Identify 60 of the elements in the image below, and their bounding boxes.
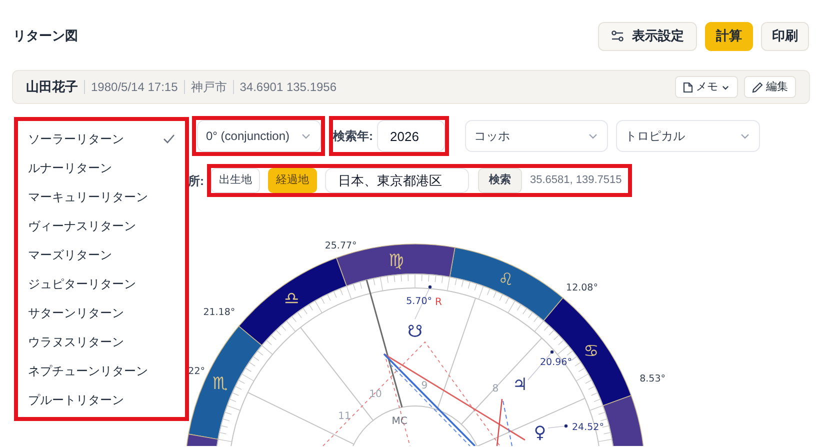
location-option[interactable]: 経過地	[268, 168, 317, 193]
cusp-degree-label: 8.53°	[640, 374, 666, 385]
location-input[interactable]: 日本、東京都港区	[325, 168, 469, 193]
dropdown-option[interactable]: サターンリターン	[18, 298, 185, 327]
leader-line	[548, 426, 566, 428]
midheaven-label: MC	[392, 416, 408, 428]
dropdown-option[interactable]: マーズリターン	[18, 240, 185, 269]
search-button[interactable]: 検索	[478, 168, 522, 193]
planet-degree-label: 5.70°	[406, 296, 432, 307]
zodiac-glyph: ♎	[284, 288, 300, 309]
zodiac-glyph: ♍	[388, 250, 404, 271]
zodiac-glyph: ♌	[498, 270, 514, 290]
house-system-select[interactable]: コッホ	[465, 120, 608, 152]
location-option[interactable]: 出生地	[211, 168, 260, 193]
year-input[interactable]: 2026	[377, 120, 445, 152]
planet-glyph: ☋	[407, 322, 423, 342]
edit-button[interactable]: 編集	[744, 76, 796, 98]
house-number: 8	[492, 384, 499, 395]
document-icon	[683, 82, 693, 92]
dropdown-option[interactable]: ネプチューンリターン	[18, 356, 185, 385]
check-icon	[163, 134, 175, 144]
planet-degree-label: 20.96°	[540, 357, 572, 368]
pencil-icon	[752, 82, 763, 92]
cusp-degree-label: 22°	[188, 366, 205, 377]
profile-detail: 神戸市	[190, 79, 227, 96]
aspect-select[interactable]: 0° (conjunction)	[197, 120, 321, 152]
profile-detail: 1980/5/14 17:15	[91, 79, 178, 96]
page-title: リターン図	[13, 27, 78, 46]
person-name: 山田花子	[26, 78, 78, 96]
planet-degree-label: 24.52°	[572, 422, 604, 433]
dropdown-option[interactable]: マーキュリーリターン	[18, 182, 185, 211]
toolbar-button[interactable]: 表示設定	[598, 22, 697, 50]
profile-detail: 34.6901 135.1956	[240, 79, 337, 96]
zodiac-glyph: ♏	[212, 374, 228, 394]
dropdown-option[interactable]: ルナーリターン	[18, 153, 185, 182]
cusp-degree-label: 25.77°	[324, 240, 357, 252]
house-number: 10	[369, 389, 382, 400]
planet-glyph: ♃	[512, 375, 528, 395]
toolbar-button[interactable]: 計算	[705, 22, 753, 50]
planet-glyph: ♀	[534, 423, 546, 443]
planet-marker	[428, 285, 432, 289]
cusp-degree-label: 21.18°	[203, 307, 236, 318]
location-label: 所:	[188, 172, 204, 190]
dropdown-option[interactable]: ヴィーナスリターン	[18, 211, 185, 240]
dropdown-option[interactable]: プルートリターン	[18, 385, 185, 414]
zodiac-glyph: ♋	[584, 342, 599, 362]
zodiac-select[interactable]: トロピカル	[616, 120, 760, 152]
dropdown-option[interactable]: ジュピターリターン	[18, 269, 185, 298]
settings-icon	[611, 30, 624, 42]
planet-marker	[550, 350, 554, 354]
memo-button[interactable]: メモ	[675, 76, 738, 98]
year-label: 検索年:	[333, 128, 373, 145]
house-number: 11	[338, 410, 351, 422]
cusp-degree-label: 12.08°	[566, 282, 598, 294]
coordinates-text: 35.6581, 139.7515	[530, 173, 623, 188]
house-number: 9	[421, 380, 428, 392]
planet-marker	[564, 424, 568, 428]
dropdown-option[interactable]: ウラヌスリターン	[18, 327, 185, 356]
retrograde-mark: R	[435, 297, 442, 308]
toolbar-button[interactable]: 印刷	[761, 22, 809, 50]
